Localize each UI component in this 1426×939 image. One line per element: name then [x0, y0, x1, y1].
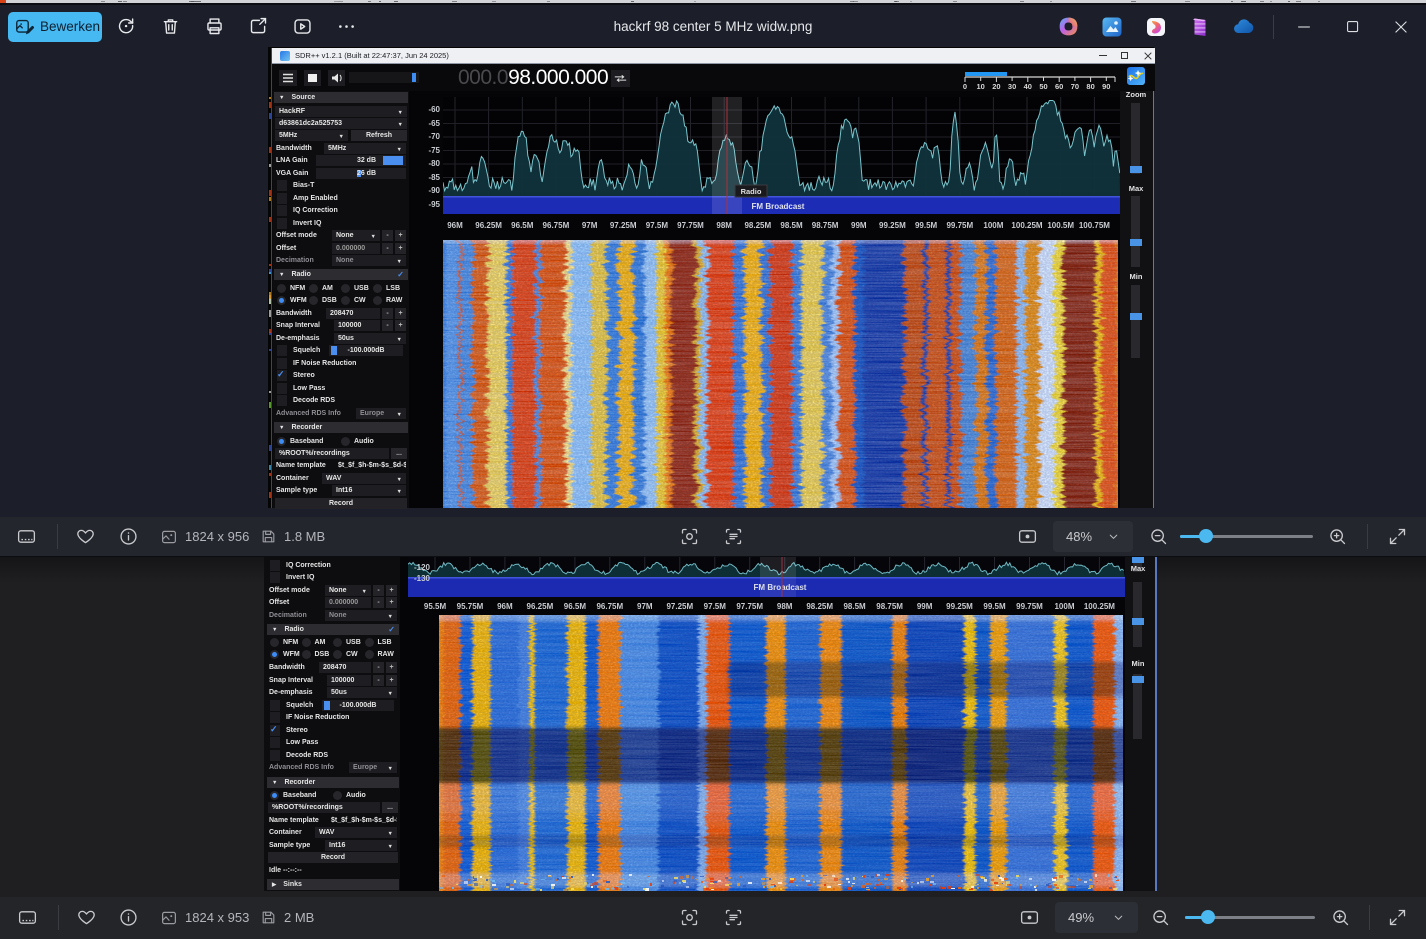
svg-text:97.5M: 97.5M — [646, 221, 669, 230]
svg-text:10: 10 — [977, 82, 985, 90]
svg-text:98.75M: 98.75M — [812, 221, 839, 230]
svg-text:96.25M: 96.25M — [475, 221, 502, 230]
svg-text:97.75M: 97.75M — [736, 602, 763, 611]
svg-text:97.75M: 97.75M — [677, 221, 704, 230]
svg-text:96.5M: 96.5M — [511, 221, 534, 230]
svg-text:98.5M: 98.5M — [843, 602, 866, 611]
svg-text:90: 90 — [1102, 82, 1110, 90]
svg-text:99.75M: 99.75M — [1016, 602, 1043, 611]
svg-text:FM Broadcast: FM Broadcast — [754, 583, 807, 592]
svg-text:FM Broadcast: FM Broadcast — [752, 202, 805, 211]
svg-text:98M: 98M — [777, 602, 793, 611]
svg-text:95.5M: 95.5M — [424, 602, 447, 611]
svg-text:40: 40 — [1024, 82, 1032, 90]
svg-text:97M: 97M — [637, 602, 653, 611]
svg-text:96M: 96M — [447, 221, 463, 230]
svg-text:98.75M: 98.75M — [876, 602, 903, 611]
svg-text:99.25M: 99.25M — [879, 221, 906, 230]
svg-text:97.25M: 97.25M — [666, 602, 693, 611]
svg-text:96.75M: 96.75M — [543, 221, 570, 230]
svg-text:97M: 97M — [582, 221, 598, 230]
svg-text:97.5M: 97.5M — [704, 602, 727, 611]
svg-text:96.5M: 96.5M — [564, 602, 587, 611]
svg-text:Radio: Radio — [741, 187, 762, 196]
svg-text:98.25M: 98.25M — [744, 221, 771, 230]
svg-text:98M: 98M — [716, 221, 732, 230]
svg-text:99M: 99M — [917, 602, 933, 611]
svg-text:100.25M: 100.25M — [1011, 221, 1042, 230]
svg-text:99.75M: 99.75M — [946, 221, 973, 230]
svg-text:60: 60 — [1055, 82, 1063, 90]
svg-text:95.75M: 95.75M — [457, 602, 484, 611]
svg-text:70: 70 — [1071, 82, 1079, 90]
svg-text:98.25M: 98.25M — [806, 602, 833, 611]
svg-text:30: 30 — [1008, 82, 1016, 90]
svg-text:100M: 100M — [1054, 602, 1074, 611]
svg-text:97.25M: 97.25M — [610, 221, 637, 230]
svg-text:100M: 100M — [983, 221, 1003, 230]
svg-text:96.75M: 96.75M — [596, 602, 623, 611]
svg-text:100.25M: 100.25M — [1084, 602, 1115, 611]
svg-text:98.5M: 98.5M — [780, 221, 803, 230]
svg-text:96M: 96M — [497, 602, 513, 611]
svg-text:99.25M: 99.25M — [946, 602, 973, 611]
svg-text:99.5M: 99.5M — [915, 221, 938, 230]
svg-text:100.5M: 100.5M — [1047, 221, 1074, 230]
svg-text:100.75M: 100.75M — [1079, 221, 1110, 230]
svg-text:0: 0 — [963, 82, 967, 90]
svg-text:96.25M: 96.25M — [527, 602, 554, 611]
svg-text:50: 50 — [1039, 82, 1047, 90]
svg-text:99.5M: 99.5M — [983, 602, 1006, 611]
svg-text:80: 80 — [1086, 82, 1094, 90]
svg-text:20: 20 — [992, 82, 1000, 90]
svg-text:99M: 99M — [851, 221, 867, 230]
